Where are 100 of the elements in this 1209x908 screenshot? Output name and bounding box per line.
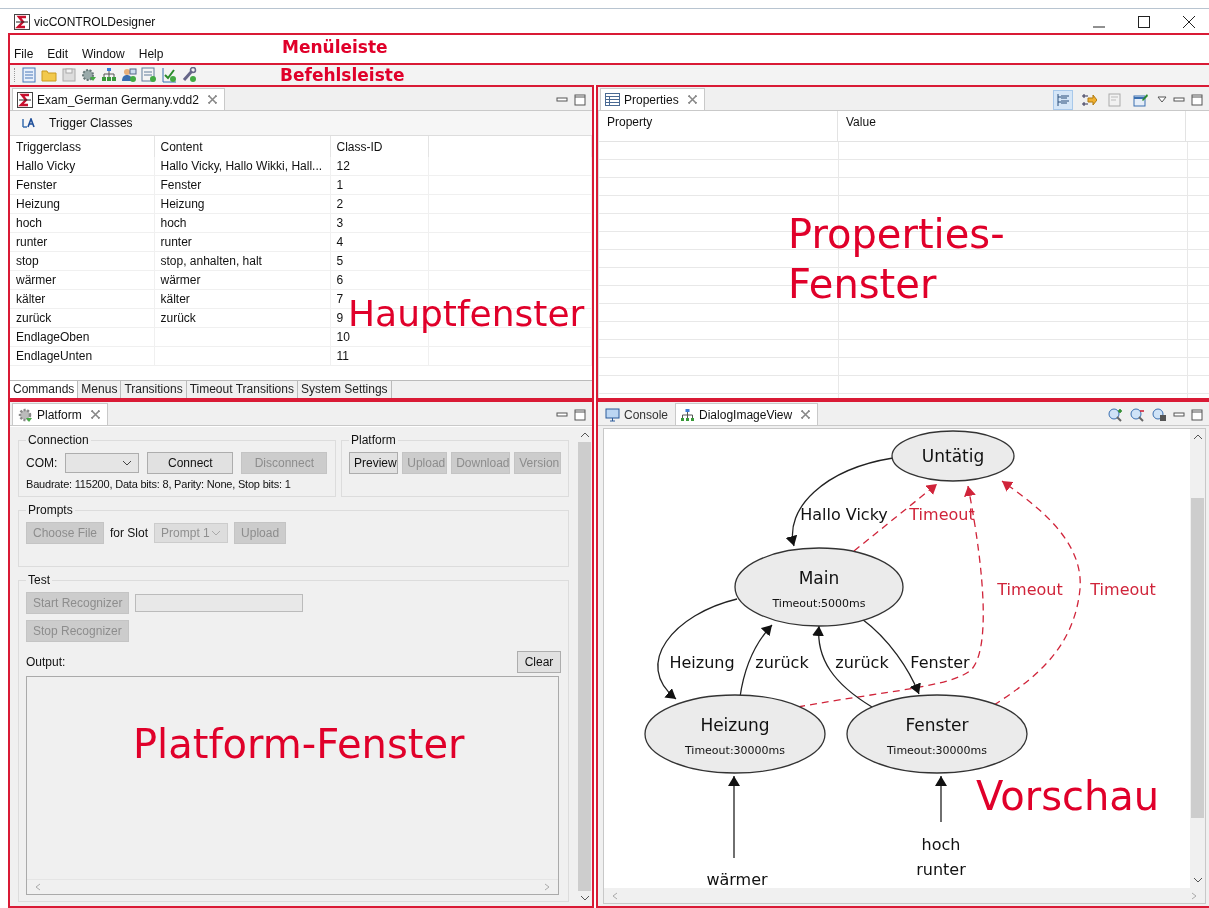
table-cell: 6 bbox=[330, 270, 428, 290]
group-label: Platform bbox=[350, 433, 397, 447]
table-cell: wärmer bbox=[10, 270, 154, 290]
tab-label[interactable]: DialogImageView bbox=[699, 407, 793, 422]
folder-icon[interactable] bbox=[41, 67, 57, 83]
close-icon[interactable] bbox=[1183, 16, 1195, 28]
clear-button[interactable]: Clear bbox=[517, 651, 561, 673]
page-tab[interactable]: Commands bbox=[10, 381, 79, 398]
tab-label[interactable]: Properties bbox=[624, 92, 679, 107]
zoom-out-icon[interactable] bbox=[1129, 406, 1145, 423]
maximize-icon[interactable] bbox=[1138, 16, 1150, 28]
field-label: for Slot bbox=[110, 526, 149, 540]
window-title: vicCONTROLDesigner bbox=[34, 15, 156, 29]
platform-button[interactable]: Preview bbox=[349, 452, 399, 474]
output-area[interactable] bbox=[26, 676, 559, 895]
edge-label: wärmer bbox=[706, 870, 768, 888]
column-header[interactable]: Class-ID bbox=[330, 136, 428, 157]
annotation-label: Befehlsleiste bbox=[280, 65, 405, 85]
edge-arrow bbox=[935, 775, 947, 823]
table-cell: runter bbox=[10, 232, 154, 252]
minimize-icon[interactable] bbox=[556, 409, 568, 420]
table-cell: zurück bbox=[160, 311, 196, 325]
hierarchy-icon[interactable] bbox=[101, 67, 117, 83]
chevron-down-icon[interactable] bbox=[1192, 877, 1203, 884]
table-cell: kälter bbox=[160, 292, 190, 306]
chevron-right-icon[interactable] bbox=[544, 883, 550, 891]
user-icon[interactable] bbox=[121, 67, 137, 83]
menu-item[interactable]: Window bbox=[82, 47, 125, 61]
platform-tab[interactable]: Platform bbox=[12, 403, 108, 425]
tab-label[interactable]: Platform bbox=[37, 407, 82, 422]
column-header[interactable]: Content bbox=[154, 136, 330, 157]
table-cell: runter bbox=[160, 235, 192, 249]
table-cell: zurück bbox=[10, 308, 154, 328]
connection-button[interactable]: Connect bbox=[147, 452, 234, 474]
connection-info: Baudrate: 115200, Data bits: 8, Parity: None, Stop bits: 1 bbox=[26, 478, 292, 490]
chevron-left-icon[interactable] bbox=[35, 883, 41, 891]
properties-tab[interactable]: Properties bbox=[600, 88, 705, 110]
chevron-up-icon[interactable] bbox=[1192, 433, 1203, 440]
page-tab[interactable]: System Settings bbox=[297, 381, 392, 398]
scrollbar[interactable] bbox=[27, 879, 558, 894]
page-tab[interactable]: Timeout Transitions bbox=[186, 381, 298, 398]
section-title: Trigger Classes bbox=[49, 116, 133, 130]
text-field[interactable] bbox=[135, 594, 304, 612]
edge-label: Hallo Vicky bbox=[800, 505, 888, 524]
column-header[interactable]: Property bbox=[599, 111, 838, 141]
menu-item[interactable]: Edit bbox=[47, 47, 69, 61]
document-icon[interactable] bbox=[21, 67, 37, 83]
form-icon[interactable] bbox=[141, 67, 157, 83]
tools-icon[interactable] bbox=[181, 67, 197, 83]
table-cell: kälter bbox=[10, 289, 154, 309]
gear-icon[interactable] bbox=[81, 67, 97, 83]
table-cell: 11 bbox=[330, 346, 428, 366]
table-cell: EndlageUnten bbox=[10, 346, 154, 366]
tab-label[interactable]: Exam_German Germany.vdd2 bbox=[37, 92, 199, 107]
column-header[interactable]: Triggerclass bbox=[10, 136, 154, 157]
chevron-right-icon[interactable] bbox=[1191, 891, 1197, 900]
annotation-label: Platform-Fenster bbox=[133, 720, 465, 768]
page-tab[interactable]: Menus bbox=[78, 381, 122, 398]
dropdown-icon[interactable] bbox=[1157, 95, 1167, 104]
group-label: Prompts bbox=[27, 503, 74, 517]
table-cell: 12 bbox=[330, 157, 428, 176]
tab-label[interactable]: Console bbox=[624, 407, 669, 422]
table-cell: Hallo Vicky bbox=[10, 157, 154, 176]
chevron-left-icon[interactable] bbox=[612, 891, 618, 900]
edge-label: zurück bbox=[835, 653, 889, 672]
hierarchy-icon bbox=[680, 407, 696, 422]
chevron-down-icon[interactable] bbox=[579, 895, 590, 902]
node-label: Untätig bbox=[921, 446, 985, 466]
zoom-fit-icon[interactable] bbox=[1151, 406, 1167, 423]
menu-item[interactable]: Help bbox=[138, 47, 164, 61]
group-label: Connection bbox=[27, 433, 90, 447]
table-cell: Heizung bbox=[10, 194, 154, 214]
node-label: Fenster bbox=[905, 715, 969, 735]
gear-icon bbox=[17, 406, 33, 423]
table-cell: hoch bbox=[10, 213, 154, 233]
table-cell: hoch bbox=[160, 216, 187, 230]
table-cell: 3 bbox=[330, 213, 428, 233]
check-icon[interactable] bbox=[161, 67, 177, 83]
table-cell: Heizung bbox=[160, 197, 205, 211]
page-tab[interactable]: Transitions bbox=[121, 381, 187, 398]
minimize-icon[interactable] bbox=[556, 94, 568, 105]
zoom-in-icon[interactable] bbox=[1107, 406, 1123, 423]
tree-icon[interactable] bbox=[1053, 89, 1073, 110]
monitor-icon bbox=[605, 407, 620, 422]
chevron-up-icon[interactable] bbox=[579, 431, 590, 438]
view-tab[interactable]: DialogImageView bbox=[675, 403, 819, 425]
group-label: Test bbox=[27, 573, 51, 587]
menu-item[interactable]: File bbox=[14, 47, 34, 61]
annotation-label: Menüleiste bbox=[282, 37, 388, 57]
minimize-icon[interactable] bbox=[1173, 409, 1185, 420]
editor-tab[interactable]: Exam_German Germany.vdd2 bbox=[12, 88, 225, 110]
table-cell: 2 bbox=[330, 194, 428, 214]
edge-label: runter bbox=[916, 860, 966, 879]
view-tab[interactable]: Console bbox=[600, 403, 676, 425]
minimize-icon[interactable] bbox=[1173, 94, 1185, 105]
node-detail: Timeout:30000ms bbox=[684, 744, 786, 757]
annotation-label: Vorschau bbox=[976, 772, 1160, 820]
app-icon bbox=[14, 14, 30, 30]
column-header[interactable]: Value bbox=[838, 111, 1186, 141]
edge-label: Fenster bbox=[910, 653, 970, 672]
